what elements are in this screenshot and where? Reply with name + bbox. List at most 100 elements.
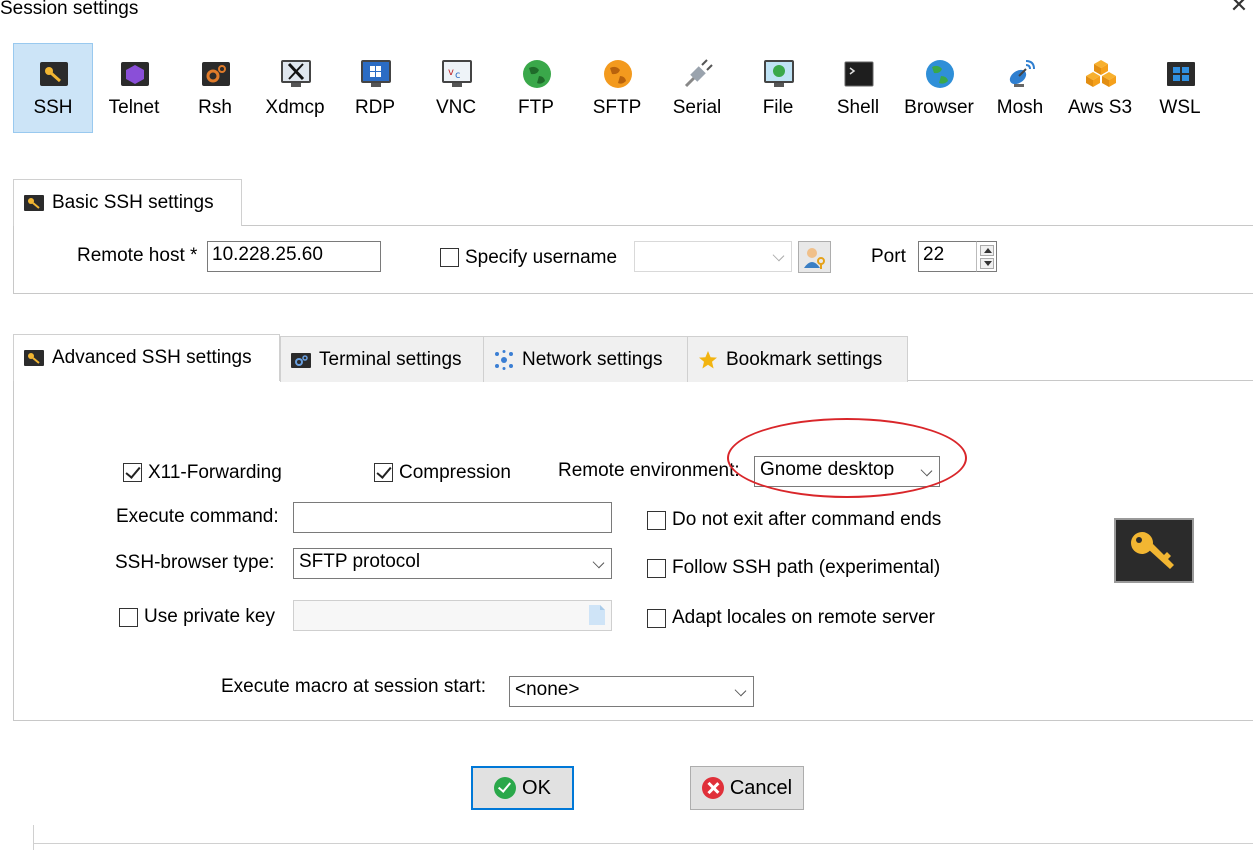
browser-globe-icon — [926, 60, 954, 88]
telnet-icon — [121, 62, 149, 86]
session-type-xdmcp[interactable]: Xdmcp — [255, 43, 335, 133]
session-type-browser[interactable]: Browser — [899, 43, 979, 133]
ftp-globe-icon — [523, 60, 551, 88]
serial-plug-icon — [684, 59, 713, 88]
compression-label: Compression — [399, 462, 511, 483]
wsl-windows-icon — [1167, 62, 1195, 86]
session-type-label: Telnet — [108, 97, 160, 118]
session-type-telnet[interactable]: Telnet — [94, 43, 174, 133]
large-key-icon — [1131, 532, 1174, 569]
sftp-globe-icon — [604, 60, 632, 88]
ssh-browser-type-value: SFTP protocol — [299, 551, 421, 572]
ssh-browser-type-select[interactable]: SFTP protocol — [293, 548, 612, 579]
user-manager-button[interactable] — [798, 241, 831, 273]
execute-command-label: Execute command: — [116, 506, 279, 527]
adapt-locales-checkbox[interactable] — [647, 609, 666, 628]
session-type-label: Xdmcp — [265, 97, 325, 118]
vnc-icon: v c — [442, 60, 472, 87]
xdmcp-icon — [281, 60, 311, 87]
session-type-rdp[interactable]: RDP — [335, 43, 415, 133]
specify-username-label: Specify username — [465, 247, 618, 268]
mosh-satellite-icon — [1009, 60, 1035, 87]
use-private-key-label: Use private key — [144, 606, 275, 627]
spin-up-icon[interactable] — [980, 245, 994, 256]
session-type-ftp[interactable]: FTP — [496, 43, 576, 133]
chevron-down-icon — [772, 249, 785, 262]
check-circle-icon — [494, 777, 517, 799]
tab-bookmark-settings[interactable]: Bookmark settings — [687, 336, 908, 382]
aws-s3-cubes-icon — [1086, 60, 1116, 87]
session-type-wsl[interactable]: WSL — [1140, 43, 1220, 133]
tab-advanced-ssh-settings[interactable]: Advanced SSH settings — [13, 334, 280, 381]
port-spinner[interactable] — [976, 241, 997, 272]
session-type-label: Mosh — [996, 97, 1044, 118]
session-type-serial[interactable]: Serial — [657, 43, 737, 133]
file-monitor-icon — [764, 60, 794, 87]
do-not-exit-checkbox[interactable] — [647, 511, 666, 530]
remote-host-label: Remote host * — [77, 245, 198, 266]
execute-macro-value: <none> — [515, 679, 580, 700]
session-type-label: WSL — [1159, 97, 1201, 118]
svg-text:v: v — [448, 67, 454, 78]
cancel-label: Cancel — [729, 776, 793, 799]
tab-basic-ssh-settings[interactable]: Basic SSH settings — [13, 179, 242, 226]
session-type-label: SSH — [33, 97, 73, 118]
username-combo[interactable] — [634, 241, 792, 272]
specify-username-checkbox[interactable] — [440, 248, 459, 267]
remote-host-input[interactable]: 10.228.25.60 — [207, 241, 381, 272]
follow-ssh-path-checkbox[interactable] — [647, 559, 666, 578]
ssh-key-badge — [1114, 518, 1194, 583]
advanced-settings-frame — [13, 380, 1253, 721]
session-type-label: Aws S3 — [1067, 97, 1133, 118]
ok-label: OK — [522, 776, 551, 799]
ssh-browser-type-label: SSH-browser type: — [115, 552, 275, 573]
ok-button[interactable]: OK — [471, 766, 574, 810]
session-type-rsh[interactable]: Rsh — [175, 43, 255, 133]
private-key-path-input[interactable] — [293, 600, 612, 631]
bottom-divider — [33, 843, 1253, 844]
tab-network-settings[interactable]: Network settings — [483, 336, 688, 382]
execute-command-input[interactable] — [293, 502, 612, 533]
session-type-label: File — [762, 97, 794, 118]
basic-settings-frame — [13, 225, 1253, 294]
follow-ssh-path-label: Follow SSH path (experimental) — [672, 557, 941, 578]
window-title: Session settings — [0, 0, 139, 19]
session-type-label: Browser — [904, 97, 974, 118]
session-type-mosh[interactable]: Mosh — [980, 43, 1060, 133]
compression-checkbox[interactable] — [374, 463, 393, 482]
user-key-icon — [804, 248, 825, 269]
session-type-vnc[interactable]: v c VNC — [416, 43, 496, 133]
ssh-key-icon — [40, 62, 68, 86]
x11-forwarding-checkbox[interactable] — [123, 463, 142, 482]
highlight-ellipse — [727, 418, 967, 498]
star-icon — [699, 350, 717, 368]
cancel-button[interactable]: Cancel — [690, 766, 804, 810]
cancel-circle-icon — [701, 777, 724, 799]
execute-macro-select[interactable]: <none> — [509, 676, 754, 707]
session-type-file[interactable]: File — [738, 43, 818, 133]
use-private-key-checkbox[interactable] — [119, 608, 138, 627]
file-browse-icon[interactable] — [589, 605, 605, 625]
spin-down-icon[interactable] — [980, 258, 994, 269]
session-type-sftp[interactable]: SFTP — [577, 43, 657, 133]
key-icon — [24, 350, 44, 366]
port-input[interactable]: 22 — [918, 241, 978, 272]
tab-label: Bookmark settings — [726, 348, 883, 370]
session-type-label: Rsh — [198, 97, 232, 118]
tab-label: Terminal settings — [319, 348, 462, 370]
close-icon[interactable]: ✕ — [1224, 0, 1253, 22]
key-icon — [24, 195, 44, 211]
svg-text:c: c — [455, 70, 461, 81]
session-type-shell[interactable]: Shell — [818, 43, 898, 133]
remote-environment-label: Remote environment: — [558, 460, 740, 481]
session-type-ssh[interactable]: SSH — [13, 43, 93, 133]
chevron-down-icon — [734, 684, 747, 697]
rdp-icon — [361, 60, 391, 87]
terminal-icon — [291, 352, 311, 368]
adapt-locales-label: Adapt locales on remote server — [672, 607, 935, 628]
rsh-icon — [202, 62, 230, 86]
shell-terminal-icon — [844, 61, 874, 87]
session-type-aws-s3[interactable]: Aws S3 — [1060, 43, 1140, 133]
tab-terminal-settings[interactable]: Terminal settings — [280, 336, 484, 382]
session-type-label: Shell — [836, 97, 880, 118]
